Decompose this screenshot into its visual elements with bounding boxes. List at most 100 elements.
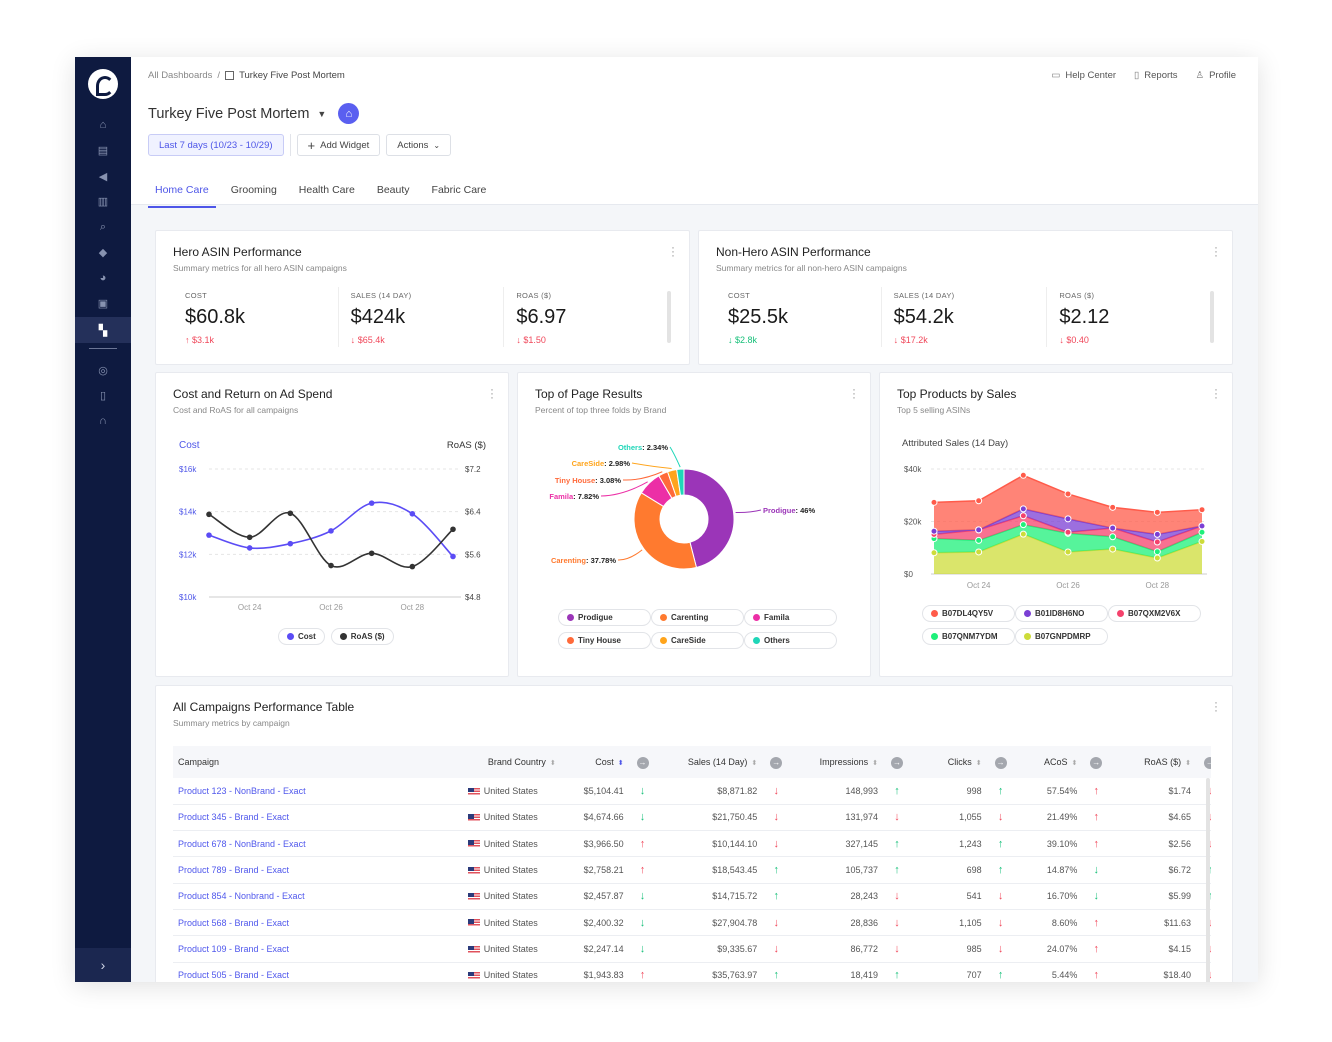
legend-item[interactable]: B07GNPDMRP [1015,628,1108,645]
data-point[interactable] [1153,530,1161,538]
data-point[interactable] [206,511,212,518]
data-point[interactable] [975,536,983,544]
data-point[interactable] [328,528,334,534]
campaign-link[interactable]: Product 109 - Brand - Exact [173,935,457,963]
data-point[interactable] [975,497,983,505]
data-point[interactable] [450,553,456,560]
data-point[interactable] [1064,515,1072,523]
data-point[interactable] [1153,548,1161,556]
data-point[interactable] [1198,522,1206,530]
legend-item[interactable]: B07QNM7YDM [922,628,1015,645]
sidebar-item-report[interactable]: ▣ [75,292,131,316]
data-point[interactable] [975,548,983,556]
data-point[interactable] [328,562,334,569]
toplink-help-center[interactable]: ▭ Help Center [1051,70,1116,81]
data-point[interactable] [409,563,416,570]
data-point[interactable] [1019,512,1027,520]
compare-toggle[interactable]: → [884,746,910,778]
data-point[interactable] [409,511,416,517]
more-options-icon[interactable]: · · · [1214,383,1218,403]
more-options-icon[interactable]: · · · [671,241,675,261]
sidebar-expand-button[interactable]: › [75,948,131,982]
column-header-cost[interactable]: Cost ⬍ [561,746,630,778]
toplink-reports[interactable]: ▯ Reports [1134,70,1178,81]
legend-item[interactable]: Carenting [651,609,744,626]
date-range-button[interactable]: Last 7 days (10/23 - 10/29) [148,134,284,156]
data-point[interactable] [1198,537,1206,545]
data-point[interactable] [930,549,938,557]
data-point[interactable] [246,545,253,551]
data-point[interactable] [1109,524,1117,532]
column-header-clicks[interactable]: Clicks ⬍ [909,746,988,778]
legend-item[interactable]: Cost [278,628,325,645]
data-point[interactable] [930,498,938,506]
campaign-link[interactable]: Product 345 - Brand - Exact [173,804,457,832]
data-point[interactable] [246,534,253,541]
sidebar-item-headset[interactable]: ∩ [75,409,131,433]
data-point[interactable] [287,510,294,517]
actions-button[interactable]: Actions ⌄ [386,134,452,156]
column-header-brand-country[interactable]: Brand Country ⬍ [456,746,562,778]
data-point[interactable] [1019,471,1027,479]
data-point[interactable] [1064,528,1072,536]
tab-beauty[interactable]: Beauty [370,181,417,208]
home-dashboard-button[interactable]: ⌂ [338,103,360,124]
data-point[interactable] [1064,548,1072,556]
tab-fabric-care[interactable]: Fabric Care [425,181,494,208]
sidebar-item-search[interactable]: ⌕ [75,215,131,239]
sidebar-item-barcode[interactable]: ▥ [75,190,131,214]
data-point[interactable] [368,500,375,506]
campaign-link[interactable]: Product 505 - Brand - Exact [173,962,457,982]
legend-item[interactable]: RoAS ($) [330,628,394,645]
scrollbar[interactable] [1210,291,1214,343]
more-options-icon[interactable]: · · · [852,383,856,403]
campaign-link[interactable]: Product 678 - NonBrand - Exact [173,830,457,858]
data-point[interactable] [1064,490,1072,498]
more-options-icon[interactable]: · · · [1214,696,1218,716]
sidebar-item-megaphone[interactable]: ◀ [75,164,131,188]
legend-item[interactable]: CareSide [651,632,744,649]
data-point[interactable] [1198,528,1206,536]
sidebar-item-pie-chart[interactable]: ◕ [75,266,131,290]
data-point[interactable] [287,540,294,547]
legend-item[interactable]: Prodigue [558,609,651,626]
campaign-link[interactable]: Product 789 - Brand - Exact [173,856,457,884]
campaign-link[interactable]: Product 123 - NonBrand - Exact [173,778,457,805]
data-point[interactable] [1153,538,1161,546]
more-options-icon[interactable]: · · · [1214,241,1218,261]
data-point[interactable] [1019,505,1027,513]
data-point[interactable] [975,526,983,534]
compare-toggle[interactable]: → [1083,746,1110,778]
sort-icon[interactable]: ⬍ [1185,760,1191,767]
column-header-roas[interactable]: RoAS ($) ⬍ [1109,746,1197,778]
campaign-link[interactable]: Product 568 - Brand - Exact [173,909,457,937]
data-point[interactable] [930,527,938,535]
breadcrumb-all-dashboards[interactable]: All Dashboards [148,70,212,81]
data-point[interactable] [1019,521,1027,529]
column-header-campaign[interactable]: Campaign [173,746,457,778]
caret-down-icon[interactable]: ▼ [317,109,326,119]
sidebar-item-store[interactable]: ▤ [75,139,131,163]
data-point[interactable] [1153,508,1161,516]
tab-grooming[interactable]: Grooming [224,181,284,208]
sidebar-item-dashboard[interactable]: ▚ [75,317,131,343]
legend-item[interactable]: Famila [744,609,837,626]
sort-icon[interactable]: ⬍ [976,760,982,767]
compare-toggle[interactable]: → [763,746,790,778]
data-point[interactable] [368,550,375,557]
sort-icon[interactable]: ⬍ [872,760,878,767]
column-header-acos[interactable]: ACoS ⬍ [1013,746,1084,778]
compare-toggle[interactable]: → [629,746,656,778]
sort-icon[interactable]: ⬍ [618,760,624,767]
sidebar-item-tag[interactable]: ◆ [75,241,131,265]
legend-item[interactable]: B07QXM2V6X [1108,605,1201,622]
add-widget-button[interactable]: + Add Widget [296,134,381,156]
compare-toggle[interactable]: → [987,746,1014,778]
toplink-profile[interactable]: ♙ Profile [1196,70,1236,81]
data-point[interactable] [1109,503,1117,511]
legend-item[interactable]: B07DL4QY5V [922,605,1015,622]
logo[interactable] [88,69,118,99]
scrollbar[interactable] [667,291,671,343]
sidebar-item-home[interactable]: ⌂ [75,113,131,137]
legend-item[interactable]: Others [744,632,837,649]
